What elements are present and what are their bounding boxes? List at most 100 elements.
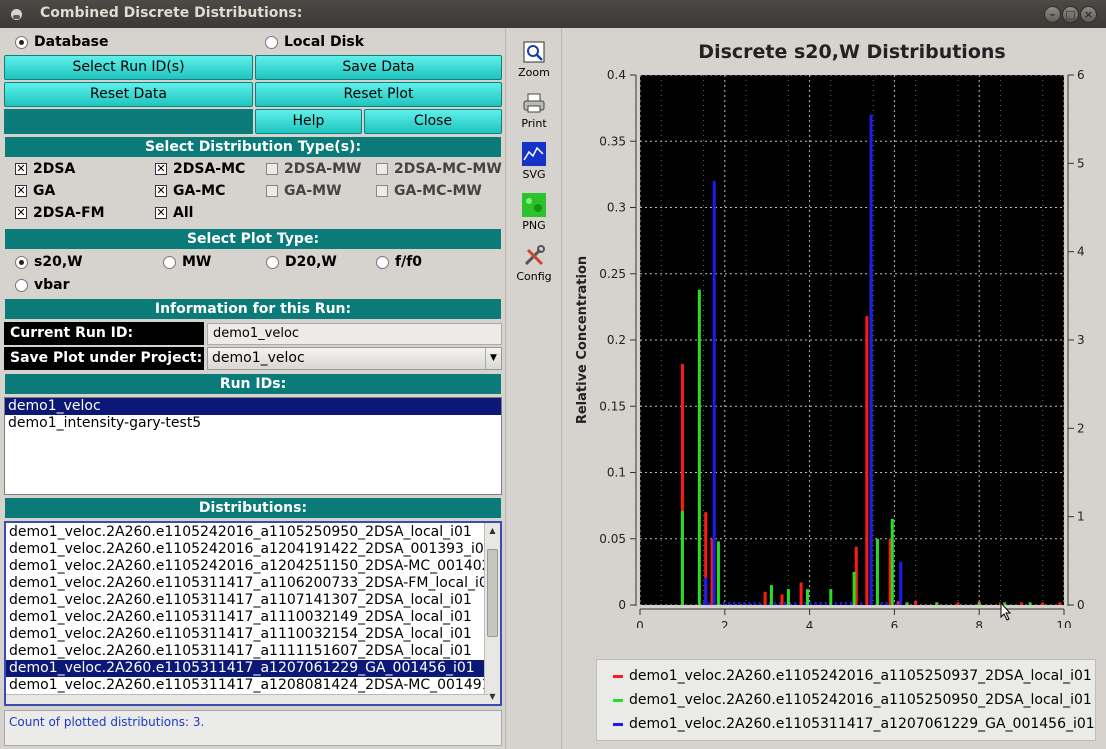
svg-tool[interactable]: SVG [506,142,562,181]
run-id-item[interactable]: demo1_veloc [5,398,501,415]
close-window-button[interactable]: × [1080,6,1097,23]
dist-type-checkbox[interactable]: ✕ All [155,205,193,221]
baseline-point [809,602,812,605]
bar-2 [899,561,903,605]
checked-box-icon: ✕ [15,206,27,219]
dist-type-checkbox[interactable]: ✕ 2DSA-FM [15,205,105,221]
close-button[interactable]: Close [364,109,502,134]
save-data-button[interactable]: Save Data [255,55,502,80]
checked-box-icon: ✕ [155,162,167,175]
distribution-item[interactable]: demo1_veloc.2A260.e1105311417_a120706122… [6,660,484,677]
dist-type-label: GA [33,183,56,199]
y2-tick-label: 6 [1077,68,1085,82]
database-radio[interactable]: Database [15,34,109,50]
distribution-types-header: Select Distribution Type(s): [4,136,502,158]
print-tool[interactable]: Print [506,91,562,130]
bar-1 [977,602,981,605]
bar-1 [680,510,684,605]
bar-1 [786,589,790,605]
current-run-label: Current Run ID: [4,322,204,345]
control-panel: Database Local Disk Select Run ID(s) Sav… [0,28,504,749]
x-tick-label: 2 [721,619,729,628]
plot-type-radio[interactable]: MW [163,254,211,270]
distribution-item[interactable]: demo1_veloc.2A260.e1105311417_a111003214… [6,609,484,626]
dist-type-label: 2DSA [33,161,76,177]
distributions-hscroll[interactable] [6,694,488,704]
y2-tick-label: 0 [1077,598,1085,612]
distributions-vscroll[interactable]: ▲ ▼ [484,523,500,704]
plot-type-radio[interactable]: vbar [15,277,70,293]
database-label: Database [34,34,109,50]
plot-type-radio[interactable]: f/f0 [376,254,422,270]
distribution-chart[interactable]: Discrete s20,W Distributions 0 0.05 0.1 0.15… [563,28,1106,628]
plot-type-label: s20,W [34,254,83,270]
distribution-item[interactable]: demo1_veloc.2A260.e1105311417_a110714130… [6,592,484,609]
distributions-list[interactable]: demo1_veloc.2A260.e1105242016_a110525095… [4,521,502,706]
current-run-field[interactable]: demo1_veloc [207,323,502,345]
bar-0 [763,591,767,605]
maximize-button[interactable]: □ [1062,6,1079,23]
select-run-ids-button[interactable]: Select Run ID(s) [4,55,253,80]
baseline-point [845,602,848,605]
distribution-item[interactable]: demo1_veloc.2A260.e1105311417_a111115160… [6,643,484,660]
baseline-point [773,602,776,605]
checked-box-icon: ✕ [155,184,167,197]
dist-type-checkbox[interactable]: ✕ GA-MC [155,183,225,199]
plot-type-radio[interactable]: s20,W [15,254,83,270]
dist-type-checkbox[interactable]: ✕ GA [15,183,55,199]
radio-dot [265,35,278,49]
dist-type-checkbox[interactable]: 2DSA-MC-MW [376,161,502,177]
bar-0 [780,594,784,605]
zoom-tool[interactable]: Zoom [506,40,562,79]
plot-area: Discrete s20,W Distributions 0 0.05 0.1 0.15… [563,28,1106,749]
legend-label: demo1_veloc.2A260.e1105242016_a110525095… [629,692,1092,708]
dist-type-checkbox[interactable]: GA-MC-MW [376,183,482,199]
dist-type-checkbox[interactable]: ✕ 2DSA [15,161,75,177]
distribution-item[interactable]: demo1_veloc.2A260.e1105311417_a111003215… [6,626,484,643]
baseline-point [814,602,817,605]
project-select[interactable]: demo1_veloc ▼ [207,347,502,370]
reset-data-button[interactable]: Reset Data [4,82,253,107]
y-tick-label: 0 [618,598,626,612]
x-tick-label: 0 [636,619,644,628]
config-label: Config [516,270,552,283]
plot-type-label: D20,W [285,254,337,270]
baseline-point [738,602,741,605]
y-tick-label: 0.25 [599,267,626,281]
title-bar: Combined Discrete Distributions: – □ × [0,0,1106,28]
distribution-item[interactable]: demo1_veloc.2A260.e1105311417_a120808142… [6,677,484,694]
distribution-item[interactable]: demo1_veloc.2A260.e1105242016_a120425115… [6,558,484,575]
y2-tick-label: 4 [1077,245,1085,259]
chevron-down-icon: ▼ [485,348,501,369]
scroll-up-icon[interactable]: ▲ [485,523,500,538]
distribution-item[interactable]: demo1_veloc.2A260.e1105242016_a110525095… [6,524,484,541]
radio-dot [15,35,28,49]
plot-toolbar: Zoom Print SVG PNG Config [505,28,562,749]
minimize-button[interactable]: – [1044,6,1061,23]
plot-type-radio[interactable]: D20,W [266,254,337,270]
y-tick-label: 0.15 [599,399,626,413]
run-id-item[interactable]: demo1_intensity-gary-test5 [5,415,501,432]
baseline-point [748,602,751,605]
png-tool[interactable]: PNG [506,193,562,232]
bar-0 [1020,602,1024,605]
reset-plot-button[interactable]: Reset Plot [255,82,502,107]
help-button[interactable]: Help [255,109,362,134]
dist-type-checkbox[interactable]: 2DSA-MW [266,161,361,177]
dist-type-label: 2DSA-FM [33,205,105,221]
bar-2 [704,577,708,605]
config-tool[interactable]: Config [506,244,562,283]
y-tick-label: 0.35 [599,134,626,148]
baseline-point [753,602,756,605]
dist-type-checkbox[interactable]: ✕ 2DSA-MC [155,161,245,177]
baseline-point [707,602,710,605]
run-ids-list[interactable]: demo1_veloc demo1_intensity-gary-test5 [4,397,502,495]
png-label: PNG [522,219,546,232]
local-disk-radio[interactable]: Local Disk [265,34,364,50]
distribution-item[interactable]: demo1_veloc.2A260.e1105242016_a120419142… [6,541,484,558]
distribution-item[interactable]: demo1_veloc.2A260.e1105311417_a110620073… [6,575,484,592]
bar-1 [905,602,909,605]
scroll-thumb[interactable] [487,549,498,637]
dist-type-checkbox[interactable]: GA-MW [266,183,342,199]
spacer-block [4,109,253,134]
